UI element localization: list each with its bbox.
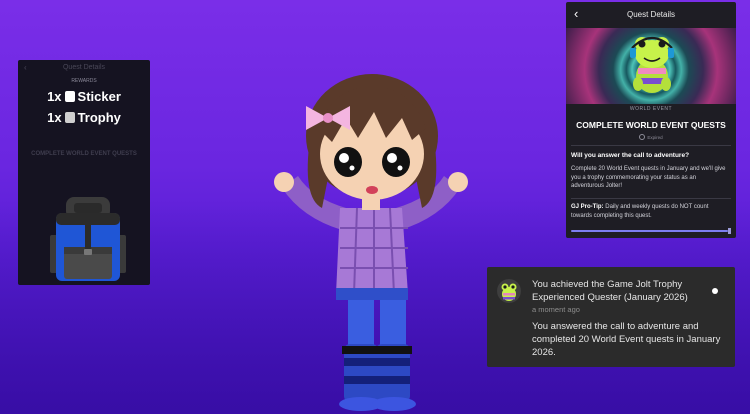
- quest-name: COMPLETE WORLD EVENT QUESTS: [576, 120, 726, 130]
- quest-banner: [566, 28, 736, 104]
- progress-end-marker: [728, 228, 731, 234]
- quest-type: WORLD EVENT: [629, 106, 673, 112]
- reward-label: Trophy: [77, 110, 121, 125]
- quest-name-dimmed: COMPLETE WORLD EVENT QUESTS: [31, 151, 137, 157]
- quest-question: Will you answer the call to adventure?: [571, 152, 690, 159]
- avatar: [497, 279, 521, 303]
- quest-details-panel: ‹ Quest Details WORLD EVENT COMPLETE WOR…: [566, 2, 736, 238]
- notification-body: You answered the call to adventure and c…: [532, 321, 721, 358]
- quest-progress-bar: [571, 230, 728, 232]
- rewards-label: REWARDS: [71, 78, 97, 84]
- backpack-icon: [50, 197, 126, 281]
- gacha-character-illustration: [274, 74, 468, 411]
- reward-row-trophy: 1x Trophy: [18, 110, 150, 125]
- divider: [571, 198, 731, 199]
- reward-count: 1x: [47, 110, 62, 125]
- unread-dot: [712, 288, 718, 294]
- frog-avatar-icon: [501, 283, 517, 301]
- reward-label: Sticker: [77, 89, 121, 104]
- panel-header: ‹ Quest Details: [566, 2, 736, 28]
- quest-meta-text: Expired: [647, 135, 663, 140]
- pro-tip-label: GJ Pro-Tip:: [571, 204, 604, 210]
- reward-row-sticker: 1x Sticker: [18, 89, 150, 104]
- clock-icon: [639, 134, 646, 140]
- quest-description: Complete 20 World Event quests in Januar…: [571, 166, 726, 189]
- divider: [571, 145, 731, 146]
- notification-title: You achieved the Game Jolt Trophy Experi…: [532, 279, 688, 303]
- quest-progress-fill: [571, 230, 728, 232]
- panel-title: Quest Details: [62, 64, 106, 71]
- rewards-panel: ‹ Quest Details REWARDS 1x Sticker 1x Trop…: [18, 60, 150, 285]
- sticker-icon: [64, 91, 75, 102]
- notification-time: a moment ago: [532, 305, 580, 314]
- reward-count: 1x: [47, 89, 62, 104]
- trophy-notification[interactable]: You achieved the Game Jolt Trophy Experi…: [487, 267, 735, 367]
- quest-meta: Expired: [566, 134, 736, 140]
- panel-title: Quest Details: [626, 10, 676, 19]
- trophy-icon: [64, 112, 75, 123]
- frog-mascot-icon: [630, 36, 674, 93]
- pro-tip: GJ Pro-Tip: Daily and weekly quests do N…: [571, 203, 730, 220]
